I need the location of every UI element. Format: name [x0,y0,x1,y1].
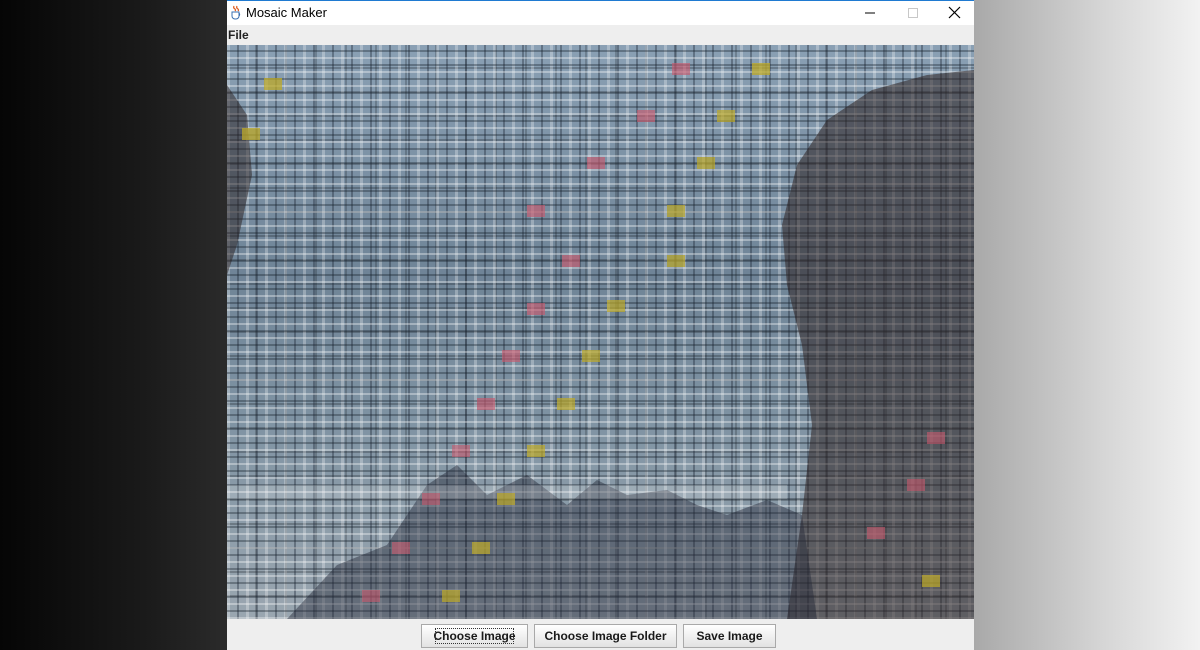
mosaic-silhouette-overlay [227,63,974,619]
save-image-label: Save Image [696,629,763,643]
menu-file[interactable]: File [228,28,249,42]
choose-image-button[interactable]: Choose Image [421,624,528,648]
window-title: Mosaic Maker [246,5,327,20]
app-window: Mosaic Maker File Choose Image Choose Im… [227,0,974,650]
choose-image-folder-label: Choose Image Folder [544,629,667,643]
menu-bar: File [227,25,974,45]
button-panel: Choose Image Choose Image Folder Save Im… [227,619,974,650]
save-image-button[interactable]: Save Image [683,624,776,648]
java-cup-icon [229,5,243,20]
close-icon[interactable] [933,1,974,25]
minimize-icon[interactable] [847,1,893,25]
focus-indicator [435,628,514,644]
title-bar[interactable]: Mosaic Maker [227,1,974,25]
mosaic-image-canvas [227,45,974,619]
choose-image-folder-button[interactable]: Choose Image Folder [534,624,677,648]
maximize-icon[interactable] [890,1,936,25]
